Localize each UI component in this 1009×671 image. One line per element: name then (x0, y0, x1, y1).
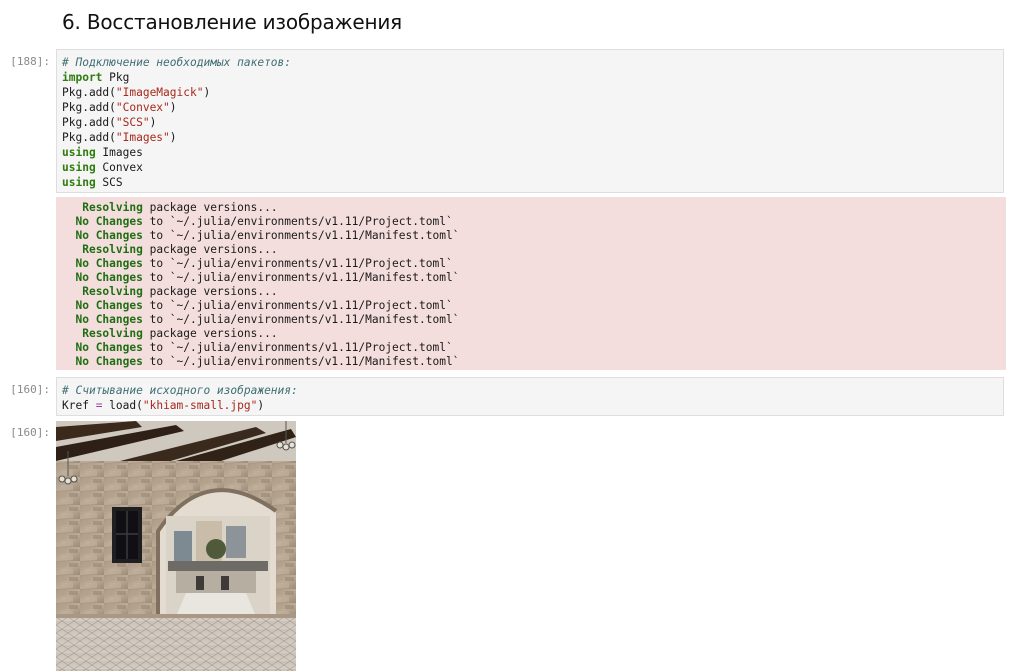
paren: ) (169, 131, 177, 144)
package-string: "Images" (115, 131, 170, 144)
status-text: to `~/.julia/environments/v1.11/Manifest… (142, 271, 460, 284)
pkg-add-call: Pkg.add( (62, 86, 116, 99)
output-prompt: [160]: (10, 426, 50, 439)
section-heading: 6. Восстановление изображения (62, 10, 403, 34)
package-string: "ImageMagick" (115, 86, 204, 99)
status-word: No Changes (75, 271, 143, 284)
status-word: Resolving (82, 201, 143, 214)
variable-name: Kref (62, 399, 96, 412)
module-name: Convex (95, 161, 143, 174)
status-text: package versions... (142, 327, 278, 340)
keyword-using: using (62, 176, 96, 189)
package-string: "SCS" (115, 116, 150, 129)
keyword-using: using (62, 146, 96, 159)
package-string: "Convex" (115, 101, 170, 114)
code-comment: # Считывание исходного изображения: (62, 384, 298, 397)
status-word: Resolving (82, 243, 143, 256)
status-word: No Changes (75, 313, 143, 326)
status-word: No Changes (75, 341, 143, 354)
load-call: load( (102, 399, 143, 412)
code-cell-packages[interactable]: # Подключение необходимых пакетов: impor… (56, 49, 1004, 193)
stderr-output: Resolving package versions... No Changes… (56, 197, 1006, 370)
pkg-add-call: Pkg.add( (62, 131, 116, 144)
status-text: to `~/.julia/environments/v1.11/Manifest… (142, 313, 460, 326)
pkg-add-call: Pkg.add( (62, 101, 116, 114)
room-photo (56, 421, 296, 671)
pkg-add-call: Pkg.add( (62, 116, 116, 129)
status-text: package versions... (142, 285, 278, 298)
status-text: to `~/.julia/environments/v1.11/Manifest… (142, 355, 460, 368)
keyword-using: using (62, 161, 96, 174)
cell-prompt: [160]: (10, 383, 50, 396)
status-text: package versions... (142, 243, 278, 256)
code-comment: # Подключение необходимых пакетов: (62, 56, 292, 69)
module-name: SCS (95, 176, 123, 189)
status-text: to `~/.julia/environments/v1.11/Project.… (142, 215, 453, 228)
paren: ) (203, 86, 211, 99)
status-text: package versions... (142, 201, 278, 214)
module-name: Images (95, 146, 143, 159)
code-cell-load-image[interactable]: # Считывание исходного изображения: Kref… (56, 377, 1004, 416)
status-text: to `~/.julia/environments/v1.11/Project.… (142, 299, 453, 312)
module-name: Pkg (102, 71, 130, 84)
paren: ) (169, 101, 177, 114)
status-text: to `~/.julia/environments/v1.11/Project.… (142, 341, 453, 354)
image-output (56, 421, 296, 671)
status-word: No Changes (75, 299, 143, 312)
status-word: No Changes (75, 229, 143, 242)
filename-string: "khiam-small.jpg" (142, 399, 258, 412)
paren: ) (257, 399, 265, 412)
status-text: to `~/.julia/environments/v1.11/Project.… (142, 257, 453, 270)
cell-prompt: [188]: (10, 55, 50, 68)
status-word: Resolving (82, 327, 143, 340)
status-word: No Changes (75, 355, 143, 368)
keyword-import: import (62, 71, 103, 84)
status-word: No Changes (75, 215, 143, 228)
status-text: to `~/.julia/environments/v1.11/Manifest… (142, 229, 460, 242)
status-word: Resolving (82, 285, 143, 298)
status-word: No Changes (75, 257, 143, 270)
paren: ) (149, 116, 157, 129)
